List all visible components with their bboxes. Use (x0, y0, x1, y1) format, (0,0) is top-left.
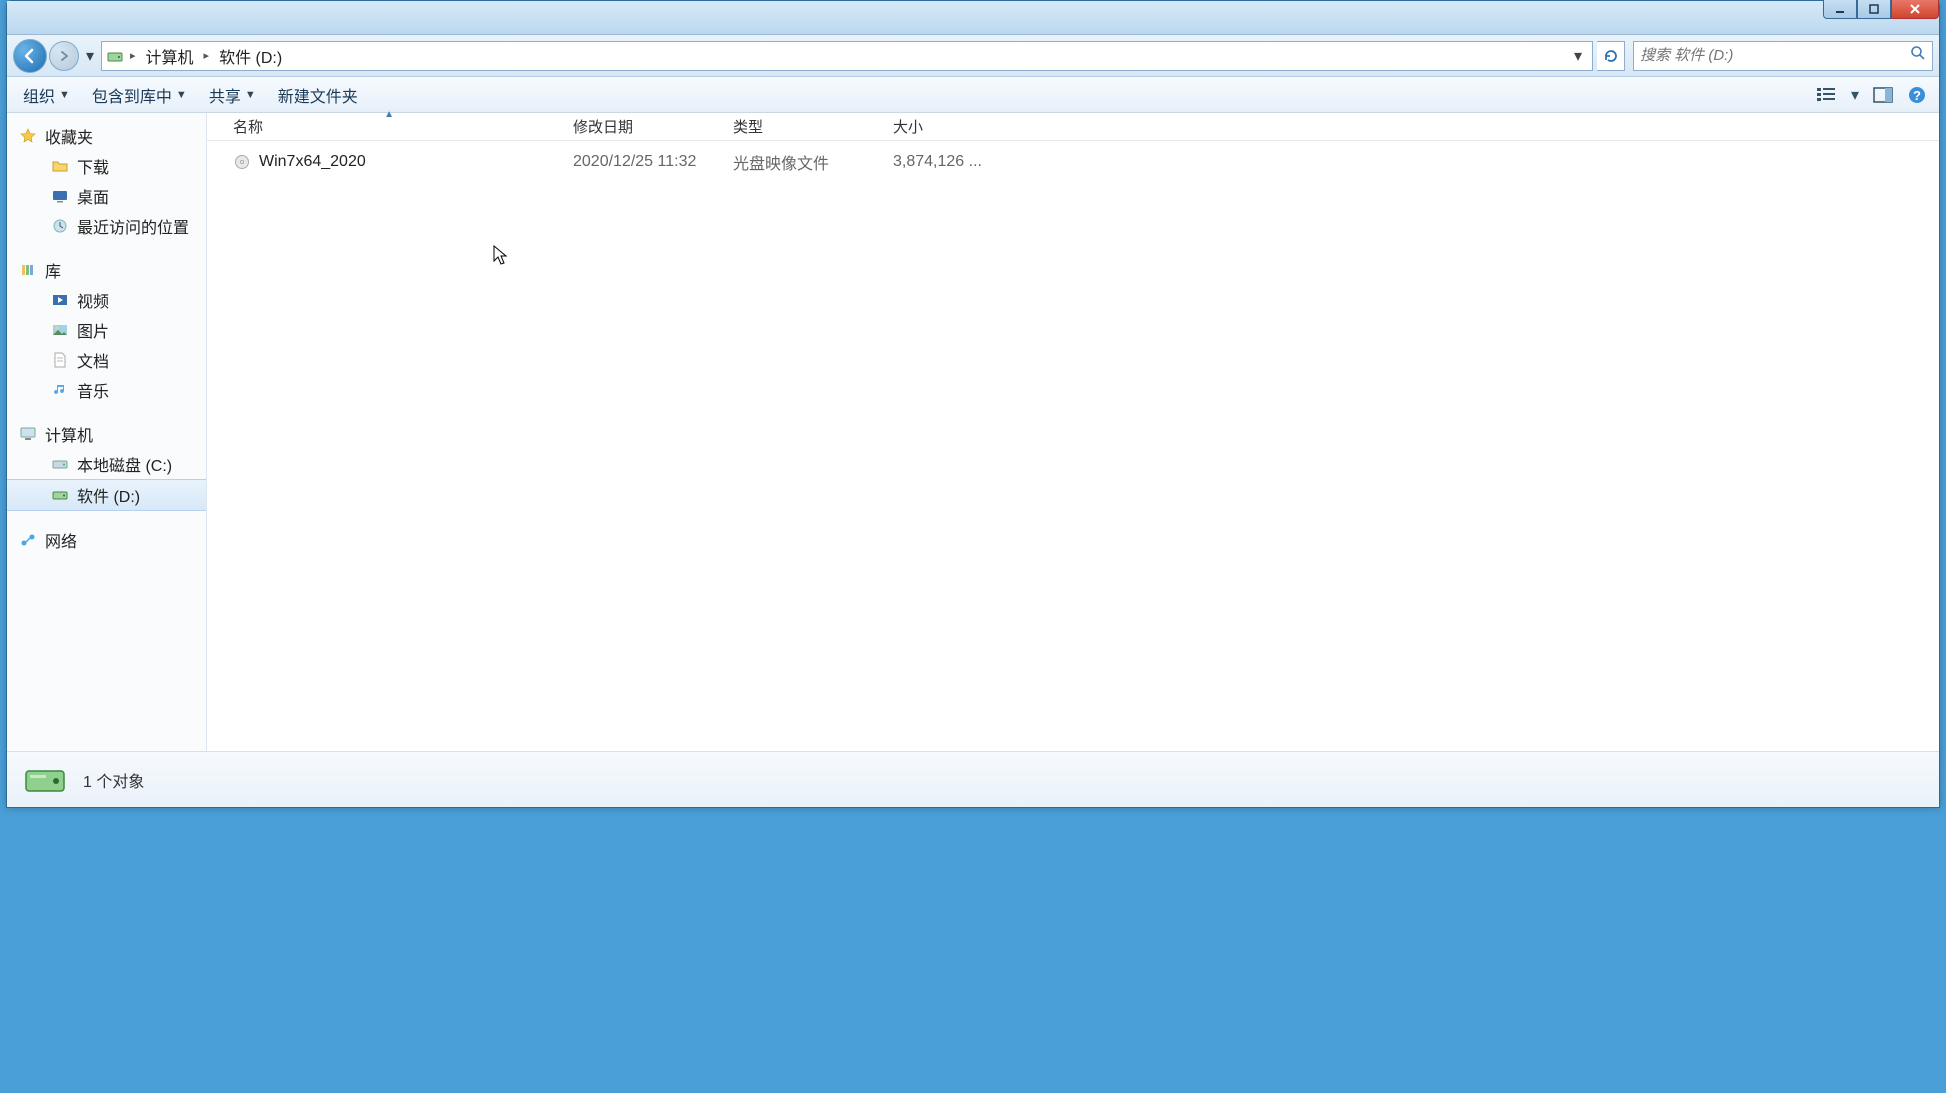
music-label: 音乐 (77, 378, 109, 402)
include-label: 包含到库中 (92, 83, 172, 107)
chevron-down-icon: ▼ (176, 89, 187, 101)
document-icon (51, 351, 69, 369)
sidebar-drive-d[interactable]: 软件 (D:) (7, 479, 206, 511)
chevron-down-icon: ▼ (245, 89, 256, 101)
search-icon (1910, 45, 1926, 66)
pictures-label: 图片 (77, 318, 109, 342)
network-icon (19, 531, 37, 549)
documents-label: 文档 (77, 348, 109, 372)
drive-icon (51, 455, 69, 473)
sidebar-network[interactable]: 网络 (7, 525, 206, 555)
preview-pane-button[interactable] (1869, 81, 1897, 109)
downloads-label: 下载 (77, 154, 109, 178)
picture-icon (51, 321, 69, 339)
sidebar-pictures[interactable]: 图片 (7, 315, 206, 345)
organize-menu[interactable]: 组织 ▼ (15, 79, 78, 111)
file-row[interactable]: Win7x64_2020 2020/12/25 11:32 光盘映像文件 3,8… (225, 147, 1939, 177)
help-button[interactable]: ? (1903, 81, 1931, 109)
address-bar[interactable]: ▸ 计算机 ▸ 软件 (D:) ▾ (101, 41, 1593, 71)
sidebar-libraries[interactable]: 库 (7, 255, 206, 285)
history-dropdown[interactable]: ▾ (83, 46, 97, 66)
desktop-label: 桌面 (77, 184, 109, 208)
library-icon (19, 261, 37, 279)
file-date: 2020/12/25 11:32 (565, 153, 725, 171)
chevron-down-icon: ▼ (59, 89, 70, 101)
refresh-button[interactable] (1597, 41, 1625, 71)
titlebar[interactable] (7, 1, 1939, 35)
column-type[interactable]: 类型 (725, 112, 885, 141)
sidebar-videos[interactable]: 视频 (7, 285, 206, 315)
minimize-button[interactable] (1823, 0, 1857, 19)
videos-label: 视频 (77, 288, 109, 312)
sidebar-music[interactable]: 音乐 (7, 375, 206, 405)
column-size[interactable]: 大小 (885, 112, 1005, 141)
column-date[interactable]: 修改日期 (565, 112, 725, 141)
navigation-pane: 收藏夹 下载 桌面 最近访问的位置 库 (7, 113, 207, 751)
drive-icon (106, 47, 124, 65)
status-text: 1 个对象 (83, 768, 144, 792)
sidebar-favorites[interactable]: 收藏夹 (7, 121, 206, 151)
file-size: 3,874,126 ... (885, 153, 1005, 171)
view-mode-button[interactable] (1813, 81, 1841, 109)
sidebar-drive-c[interactable]: 本地磁盘 (C:) (7, 449, 206, 479)
file-name: Win7x64_2020 (259, 153, 366, 171)
search-input[interactable] (1640, 47, 1910, 64)
network-label: 网络 (45, 528, 77, 552)
drive-d-label: 软件 (D:) (77, 483, 140, 507)
sidebar-computer[interactable]: 计算机 (7, 419, 206, 449)
sidebar-documents[interactable]: 文档 (7, 345, 206, 375)
chevron-right-icon: ▸ (200, 49, 214, 62)
close-button[interactable] (1891, 0, 1939, 19)
maximize-button[interactable] (1857, 0, 1891, 19)
recent-label: 最近访问的位置 (77, 214, 189, 238)
computer-label: 计算机 (45, 422, 93, 446)
sort-ascending-icon: ▲ (384, 109, 394, 120)
favorites-label: 收藏夹 (45, 124, 93, 148)
star-icon (19, 127, 37, 145)
cursor-icon (493, 245, 511, 267)
computer-icon (19, 425, 37, 443)
column-headers: 名称 ▲ 修改日期 类型 大小 (207, 113, 1939, 141)
music-icon (51, 381, 69, 399)
svg-text:?: ? (1913, 88, 1921, 103)
new-folder-button[interactable]: 新建文件夹 (270, 79, 366, 111)
drive-icon (51, 486, 69, 504)
column-name-label: 名称 (233, 119, 263, 136)
sidebar-desktop[interactable]: 桌面 (7, 181, 206, 211)
file-list-area: 名称 ▲ 修改日期 类型 大小 Win7x64_2020 2020/12/25 … (207, 113, 1939, 751)
recent-icon (51, 217, 69, 235)
address-dropdown[interactable]: ▾ (1568, 46, 1588, 66)
video-icon (51, 291, 69, 309)
folder-icon (51, 157, 69, 175)
include-in-library-menu[interactable]: 包含到库中 ▼ (84, 79, 195, 111)
view-mode-dropdown[interactable]: ▾ (1847, 81, 1863, 109)
organize-label: 组织 (23, 83, 55, 107)
share-menu[interactable]: 共享 ▼ (201, 79, 264, 111)
file-type: 光盘映像文件 (725, 150, 885, 174)
chevron-right-icon: ▸ (126, 49, 140, 62)
search-box[interactable] (1633, 41, 1933, 71)
column-name[interactable]: 名称 ▲ (225, 112, 565, 141)
sidebar-recent[interactable]: 最近访问的位置 (7, 211, 206, 241)
forward-button[interactable] (49, 41, 79, 71)
iso-file-icon (233, 153, 251, 171)
drive-c-label: 本地磁盘 (C:) (77, 452, 172, 476)
breadcrumb-computer[interactable]: 计算机 (142, 42, 198, 70)
explorer-window: ▾ ▸ 计算机 ▸ 软件 (D:) ▾ 组织 ▼ 包含到库中 ▼ (6, 0, 1940, 808)
navigation-bar: ▾ ▸ 计算机 ▸ 软件 (D:) ▾ (7, 35, 1939, 77)
newfolder-label: 新建文件夹 (278, 83, 358, 107)
sidebar-downloads[interactable]: 下载 (7, 151, 206, 181)
command-bar: 组织 ▼ 包含到库中 ▼ 共享 ▼ 新建文件夹 ▾ ? (7, 77, 1939, 113)
libraries-label: 库 (45, 258, 61, 282)
desktop-icon (51, 187, 69, 205)
drive-large-icon (21, 756, 69, 804)
breadcrumb-drive[interactable]: 软件 (D:) (215, 42, 286, 70)
status-bar: 1 个对象 (7, 751, 1939, 807)
back-button[interactable] (13, 39, 47, 73)
share-label: 共享 (209, 83, 241, 107)
